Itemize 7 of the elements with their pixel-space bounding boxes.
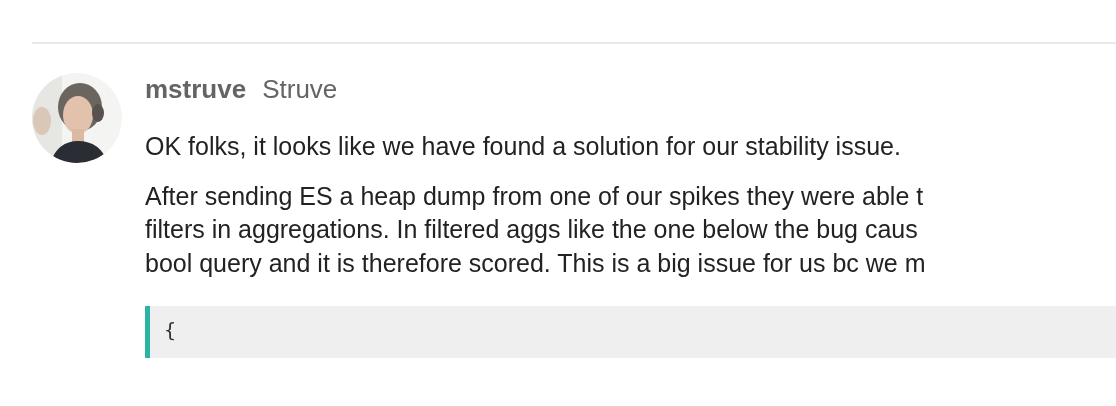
post-text: After sending ES a heap dump from one of our spikes they were able t	[145, 180, 924, 212]
full-name: Struve	[262, 74, 338, 105]
post-text: OK folks, it looks like we have found a solution for our stability issue.	[145, 131, 901, 162]
post-text: bool query and it is therefore scored. This is a big issue for us bc we m	[145, 247, 926, 279]
code-block: {	[145, 306, 1116, 358]
post-text: filters in aggregations. In filtered aggs like the one below the bug caus	[145, 214, 918, 245]
username[interactable]: mstruve	[145, 74, 247, 105]
